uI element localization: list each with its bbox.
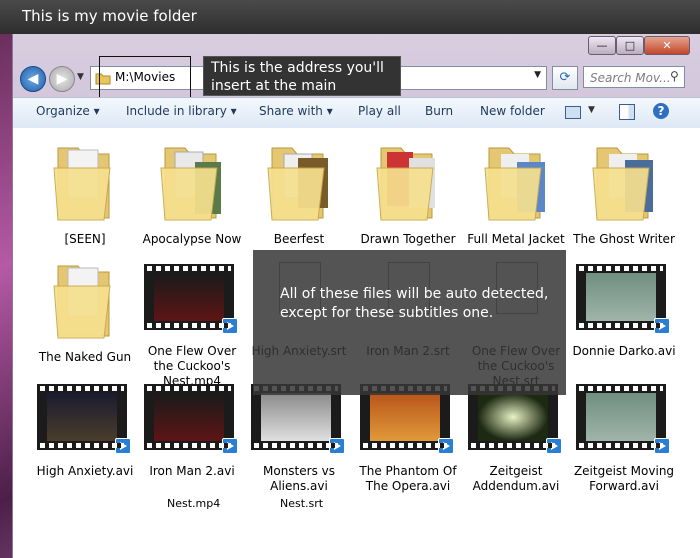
caption-title: This is my movie folder — [22, 7, 197, 25]
command-bar: Organize ▾ Include in library ▾ Share wi… — [13, 97, 700, 129]
address-highlight-box — [99, 56, 191, 98]
folder-icon — [373, 138, 443, 232]
folder-icon — [264, 138, 334, 232]
address-callout: This is the address you'll insert at the… — [203, 56, 401, 112]
chevron-down-icon[interactable]: ▼ — [534, 70, 541, 80]
item-label: High Anxiety.avi — [36, 464, 134, 478]
maximize-button[interactable]: □ — [616, 36, 644, 55]
video-file-icon — [37, 384, 131, 454]
video-item[interactable]: Iron Man 2.avi — [138, 376, 248, 486]
forward-button[interactable]: ▶ — [49, 66, 75, 92]
video-item[interactable]: Donnie Darko.avi — [570, 256, 680, 366]
item-label: Monsters vs Aliens.avi — [263, 464, 335, 493]
folder-icon — [481, 138, 551, 232]
video-item[interactable]: High Anxiety.avi — [31, 376, 141, 486]
item-label: Drawn Together — [360, 232, 456, 246]
item-label: Beerfest — [273, 232, 325, 246]
close-button[interactable]: ✕ — [644, 36, 690, 55]
item-label: Donnie Darko.avi — [572, 344, 676, 358]
overlay-note: All of these files will be auto detected… — [280, 286, 549, 321]
minimize-button[interactable]: — — [588, 36, 616, 55]
item-label: Iron Man 2.avi — [149, 464, 235, 478]
arrow-right-icon: ▶ — [56, 71, 68, 87]
recent-pages-icon[interactable]: ▼ — [77, 72, 84, 82]
video-file-icon — [576, 384, 670, 454]
item-label: Zeitgeist Moving Forward.avi — [573, 464, 675, 493]
nest-srt-label: Nest.srt — [280, 497, 324, 510]
folder-icon — [157, 138, 227, 232]
folder-item[interactable]: Beerfest — [245, 138, 355, 248]
new-folder-button[interactable]: New folder — [480, 104, 545, 118]
folder-item[interactable]: The Ghost Writer — [570, 138, 680, 248]
folder-icon — [50, 138, 120, 232]
item-label: Full Metal Jacket — [467, 232, 565, 246]
folder-item[interactable]: Apocalypse Now — [138, 138, 248, 248]
folder-item[interactable]: [SEEN] — [31, 138, 141, 248]
folder-item[interactable]: Full Metal Jacket — [462, 138, 572, 248]
item-label: The Ghost Writer — [573, 232, 675, 246]
video-file-icon — [576, 264, 670, 334]
include-in-library-menu[interactable]: Include in library ▾ — [126, 104, 237, 118]
nest-mp4-label: Nest.mp4 — [167, 497, 221, 510]
video-file-icon — [144, 384, 238, 454]
top-caption-bar: This is my movie folder — [0, 0, 700, 34]
item-label: [SEEN] — [64, 232, 106, 246]
share-with-menu[interactable]: Share with ▾ — [259, 104, 333, 118]
refresh-icon[interactable]: ⟳ — [552, 66, 578, 90]
views-icon[interactable] — [565, 106, 581, 119]
views-chevron-icon[interactable]: ▼ — [588, 105, 595, 115]
item-label: Apocalypse Now — [142, 232, 242, 246]
help-icon[interactable]: ? — [653, 103, 669, 119]
item-label: The Naked Gun — [38, 350, 132, 364]
burn-button[interactable]: Burn — [425, 104, 453, 118]
folder-item[interactable]: Drawn Together — [354, 138, 464, 248]
folder-icon — [589, 138, 659, 232]
item-label: The Phantom Of The Opera.avi — [359, 464, 457, 493]
back-button[interactable]: ◀ — [20, 66, 46, 92]
item-label: Zeitgeist Addendum.avi — [472, 464, 560, 493]
search-icon[interactable]: ⚲ — [670, 69, 679, 83]
arrow-left-icon: ◀ — [27, 71, 39, 87]
play-all-button[interactable]: Play all — [358, 104, 401, 118]
video-file-icon — [144, 264, 238, 334]
video-item[interactable]: One Flew Over the Cuckoo's Nest.mp4 — [138, 256, 248, 388]
organize-menu[interactable]: Organize ▾ — [36, 104, 100, 118]
preview-pane-icon[interactable] — [619, 104, 635, 120]
video-item[interactable]: Zeitgeist Moving Forward.avi — [570, 376, 680, 493]
folder-item[interactable]: The Naked Gun — [31, 256, 141, 366]
folder-icon — [50, 256, 120, 350]
